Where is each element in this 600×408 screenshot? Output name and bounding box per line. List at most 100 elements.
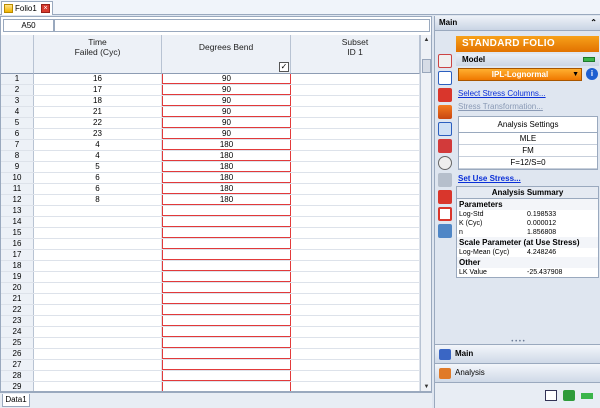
row-header[interactable]: 10 — [1, 173, 34, 183]
row-header[interactable]: 1 — [1, 74, 34, 84]
row-header[interactable]: 19 — [1, 272, 34, 282]
cell-time-failed[interactable] — [34, 250, 162, 260]
nav-main-button[interactable]: Main — [435, 344, 600, 363]
row-header[interactable]: 12 — [1, 195, 34, 205]
cell-subset-id[interactable] — [291, 140, 420, 150]
cell-degrees-bend[interactable]: 180 — [162, 195, 291, 205]
cell-time-failed[interactable]: 4 — [34, 140, 162, 150]
cell-subset-id[interactable] — [291, 239, 420, 249]
cell-subset-id[interactable] — [291, 184, 420, 194]
row-header[interactable]: 22 — [1, 305, 34, 315]
cell-degrees-bend[interactable]: 180 — [162, 140, 291, 150]
lk-icon[interactable] — [438, 207, 452, 221]
cell-subset-id[interactable] — [291, 96, 420, 106]
cell-subset-id[interactable] — [291, 250, 420, 260]
cell-subset-id[interactable] — [291, 162, 420, 172]
filter-icon[interactable] — [438, 173, 452, 187]
row-header[interactable]: 3 — [1, 96, 34, 106]
cell-degrees-bend[interactable] — [162, 250, 291, 260]
row-header[interactable]: 4 — [1, 107, 34, 117]
cell-degrees-bend[interactable] — [162, 371, 291, 381]
cell-time-failed[interactable] — [34, 206, 162, 216]
cell-time-failed[interactable] — [34, 294, 162, 304]
set-use-stress-link[interactable]: Set Use Stress... — [458, 174, 521, 183]
book-icon[interactable] — [545, 390, 557, 401]
cell-time-failed[interactable] — [34, 382, 162, 391]
cell-subset-id[interactable] — [291, 228, 420, 238]
cell-time-failed[interactable] — [34, 272, 162, 282]
column-header-degrees-bend[interactable]: Degrees Bend — [162, 35, 291, 74]
info-icon[interactable]: i — [586, 68, 598, 80]
cell-time-failed[interactable] — [34, 371, 162, 381]
cell-subset-id[interactable] — [291, 85, 420, 95]
sheet-tab-data1[interactable]: Data1 — [2, 394, 30, 407]
row-header[interactable]: 17 — [1, 250, 34, 260]
chevron-up-icon[interactable]: ⌃ — [590, 16, 597, 30]
column-header-time-failed[interactable]: Time Failed (Cyc) — [34, 35, 162, 74]
cell-time-failed[interactable] — [34, 305, 162, 315]
cell-time-failed[interactable]: 16 — [34, 74, 162, 84]
cell-degrees-bend[interactable]: 90 — [162, 85, 291, 95]
stress-transformation-link[interactable]: Stress Transformation... — [458, 102, 543, 111]
cell-degrees-bend[interactable]: 180 — [162, 173, 291, 183]
cell-subset-id[interactable] — [291, 360, 420, 370]
cell-degrees-bend[interactable]: 180 — [162, 162, 291, 172]
cell-time-failed[interactable]: 4 — [34, 151, 162, 161]
row-header[interactable]: 26 — [1, 349, 34, 359]
close-icon[interactable]: × — [41, 4, 50, 13]
cell-subset-id[interactable] — [291, 118, 420, 128]
cell-subset-id[interactable] — [291, 272, 420, 282]
cell-subset-id[interactable] — [291, 382, 420, 391]
row-header[interactable]: 15 — [1, 228, 34, 238]
cell-time-failed[interactable]: 5 — [34, 162, 162, 172]
row-header[interactable]: 7 — [1, 140, 34, 150]
life-stress-plot-icon[interactable] — [438, 105, 452, 119]
calculate-icon[interactable] — [438, 54, 452, 68]
chart-icon[interactable] — [438, 224, 452, 238]
cell-subset-id[interactable] — [291, 206, 420, 216]
row-header[interactable]: 21 — [1, 294, 34, 304]
cell-degrees-bend[interactable] — [162, 382, 291, 391]
parameters-icon[interactable] — [438, 190, 452, 204]
cell-degrees-bend[interactable]: 90 — [162, 107, 291, 117]
nav-analysis-button[interactable]: Analysis — [435, 363, 600, 382]
cell-time-failed[interactable]: 6 — [34, 184, 162, 194]
cell-subset-id[interactable] — [291, 195, 420, 205]
row-header[interactable]: 2 — [1, 85, 34, 95]
cell-degrees-bend[interactable] — [162, 206, 291, 216]
cell-degrees-bend[interactable]: 90 — [162, 129, 291, 139]
row-header[interactable]: 8 — [1, 151, 34, 161]
cell-degrees-bend[interactable] — [162, 294, 291, 304]
cell-time-failed[interactable]: 21 — [34, 107, 162, 117]
cell-degrees-bend[interactable] — [162, 349, 291, 359]
collapse-bar-icon[interactable] — [583, 57, 595, 62]
row-header[interactable]: 24 — [1, 327, 34, 337]
row-header[interactable]: 23 — [1, 316, 34, 326]
cell-degrees-bend[interactable]: 90 — [162, 118, 291, 128]
row-header[interactable]: 16 — [1, 239, 34, 249]
row-header[interactable]: 5 — [1, 118, 34, 128]
column-header-subset-id[interactable]: Subset ID 1 — [291, 35, 420, 74]
cell-time-failed[interactable]: 6 — [34, 173, 162, 183]
export-icon[interactable] — [563, 390, 575, 401]
menu-bars-icon[interactable] — [581, 393, 593, 399]
cell-time-failed[interactable]: 8 — [34, 195, 162, 205]
cell-time-failed[interactable] — [34, 261, 162, 271]
cell-time-failed[interactable]: 17 — [34, 85, 162, 95]
select-stress-columns-link[interactable]: Select Stress Columns... — [458, 89, 546, 98]
row-header[interactable]: 18 — [1, 261, 34, 271]
cell-degrees-bend[interactable] — [162, 272, 291, 282]
cell-time-failed[interactable] — [34, 316, 162, 326]
cell-subset-id[interactable] — [291, 349, 420, 359]
cell-time-failed[interactable] — [34, 239, 162, 249]
cell-time-failed[interactable]: 18 — [34, 96, 162, 106]
cell-degrees-bend[interactable] — [162, 217, 291, 227]
cell-subset-id[interactable] — [291, 294, 420, 304]
cell-subset-id[interactable] — [291, 283, 420, 293]
cell-time-failed[interactable]: 23 — [34, 129, 162, 139]
scroll-up-icon[interactable]: ▲ — [421, 35, 431, 45]
cell-time-failed[interactable] — [34, 360, 162, 370]
cell-subset-id[interactable] — [291, 338, 420, 348]
analysis-method[interactable]: MLE — [459, 133, 597, 145]
cell-time-failed[interactable]: 22 — [34, 118, 162, 128]
